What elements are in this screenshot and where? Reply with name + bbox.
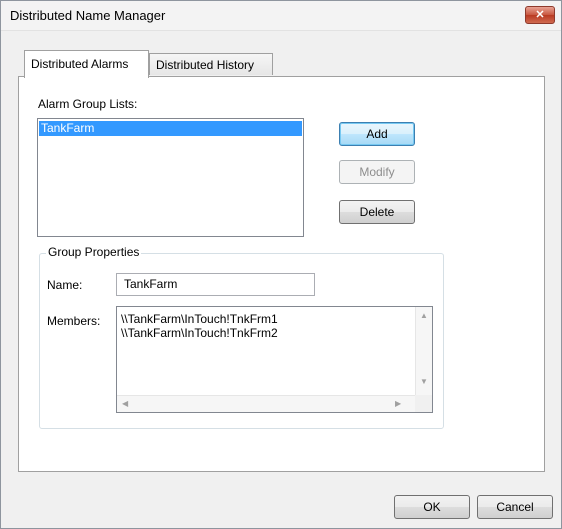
scroll-up-icon[interactable]: ▲ (420, 311, 428, 320)
vertical-scrollbar[interactable]: ▲ ▼ (415, 307, 432, 395)
add-button[interactable]: Add (339, 122, 415, 146)
close-icon: ✕ (535, 9, 545, 21)
tab-distributed-history[interactable]: Distributed History (149, 53, 273, 75)
alarm-group-lists-label: Alarm Group Lists: (38, 97, 138, 111)
cancel-button[interactable]: Cancel (477, 495, 553, 519)
name-label: Name: (47, 278, 83, 292)
horizontal-scrollbar[interactable]: ◀ ▶ (117, 395, 415, 412)
modify-button[interactable]: Modify (339, 160, 415, 184)
title-bar: Distributed Name Manager ✕ (1, 1, 561, 31)
list-item[interactable]: \\TankFarm\InTouch!TnkFrm1 (121, 312, 278, 326)
dialog-window: Distributed Name Manager ✕ Distributed A… (0, 0, 562, 529)
members-listbox[interactable]: \\TankFarm\InTouch!TnkFrm1 \\TankFarm\In… (116, 306, 433, 413)
scroll-down-icon[interactable]: ▼ (420, 377, 428, 386)
delete-button[interactable]: Delete (339, 200, 415, 224)
list-item[interactable]: TankFarm (39, 121, 302, 136)
members-label: Members: (47, 314, 101, 328)
scroll-left-icon[interactable]: ◀ (122, 399, 128, 408)
scroll-right-icon[interactable]: ▶ (395, 399, 401, 408)
scroll-corner (415, 395, 432, 412)
close-button[interactable]: ✕ (525, 6, 555, 24)
window-title: Distributed Name Manager (10, 8, 166, 23)
group-properties-legend: Group Properties (46, 245, 142, 259)
name-field[interactable]: TankFarm (116, 273, 315, 296)
ok-button[interactable]: OK (394, 495, 470, 519)
list-item[interactable]: \\TankFarm\InTouch!TnkFrm2 (121, 326, 278, 340)
alarm-group-listbox[interactable]: TankFarm (37, 118, 304, 237)
tab-distributed-alarms[interactable]: Distributed Alarms (24, 50, 149, 78)
